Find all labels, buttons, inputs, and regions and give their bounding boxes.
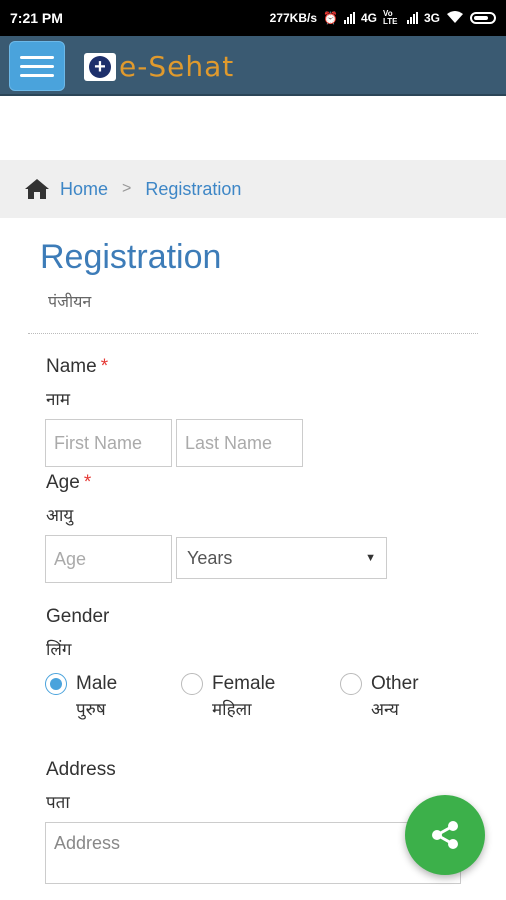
alarm-icon: ⏰ — [323, 11, 338, 25]
gender-female-label: Female — [212, 673, 276, 694]
breadcrumb-separator: > — [122, 180, 132, 197]
gender-male-label-hindi: पुरुष — [76, 700, 106, 719]
status-bar: 7:21 PM 277KB/s ⏰ 4G Vo LTE 3G — [0, 0, 506, 36]
brand-name: e-Sehat — [119, 50, 235, 83]
status-time: 7:21 PM — [10, 10, 63, 26]
battery-icon — [470, 12, 496, 24]
radio-female[interactable] — [181, 673, 203, 695]
wifi-icon — [446, 10, 464, 27]
hamburger-menu-button[interactable] — [9, 41, 65, 91]
signal-icon-2 — [406, 12, 418, 24]
app-logo[interactable]: + e-Sehat — [84, 50, 234, 83]
page-subtitle-hindi: पंजीयन — [48, 294, 92, 311]
gender-female-label-hindi: महिला — [212, 700, 252, 719]
required-mark: * — [100, 356, 109, 377]
last-name-input[interactable] — [176, 419, 303, 467]
age-label-text: Age — [46, 472, 80, 493]
page-title: Registration — [40, 238, 222, 276]
required-mark: * — [83, 472, 92, 493]
age-input[interactable] — [45, 535, 172, 583]
network-type-1: 4G — [360, 11, 377, 25]
dropdown-caret-icon: ▼ — [365, 552, 376, 564]
gender-label-hindi: लिंग — [46, 640, 72, 659]
logo-cross-icon: + — [84, 52, 116, 81]
share-icon — [432, 821, 458, 849]
address-label: Address — [46, 759, 116, 780]
gender-other-label: Other — [371, 673, 419, 694]
network-speed: 277KB/s — [269, 11, 318, 25]
status-icons: 277KB/s ⏰ 4G Vo LTE 3G — [270, 10, 496, 27]
name-label-text: Name — [46, 356, 97, 377]
hamburger-icon-line — [20, 73, 54, 77]
share-fab-button[interactable] — [405, 795, 485, 875]
app-bar: + e-Sehat — [0, 36, 506, 96]
age-unit-select[interactable]: Years ▼ — [176, 537, 387, 579]
breadcrumb-home-link[interactable]: Home — [60, 179, 108, 200]
breadcrumb-current[interactable]: Registration — [145, 179, 241, 200]
age-label-hindi: आयु — [46, 506, 74, 525]
name-label: Name * — [46, 356, 108, 378]
gender-label: Gender — [46, 606, 110, 627]
network-type-2: 3G — [423, 11, 440, 25]
radio-male[interactable] — [45, 673, 67, 695]
hamburger-icon-line — [20, 64, 54, 68]
gender-other-label-hindi: अन्य — [371, 700, 399, 719]
gender-option-other[interactable]: Other अन्य — [340, 671, 419, 723]
gender-male-label: Male — [76, 673, 118, 694]
age-label: Age * — [46, 472, 91, 494]
home-icon[interactable] — [24, 178, 50, 200]
signal-icon — [343, 12, 355, 24]
address-label-hindi: पता — [46, 793, 70, 812]
radio-other[interactable] — [340, 673, 362, 695]
gender-option-male[interactable]: Male पुरुष — [45, 671, 117, 723]
address-textarea[interactable] — [45, 822, 461, 884]
first-name-input[interactable] — [45, 419, 172, 467]
age-unit-value: Years — [187, 547, 233, 568]
hamburger-icon-line — [20, 55, 54, 59]
section-divider — [28, 333, 478, 334]
name-label-hindi: नाम — [46, 390, 71, 409]
volte-badge: Vo LTE — [382, 9, 398, 26]
gender-option-female[interactable]: Female महिला — [181, 671, 275, 723]
breadcrumb: Home > Registration — [0, 160, 506, 218]
